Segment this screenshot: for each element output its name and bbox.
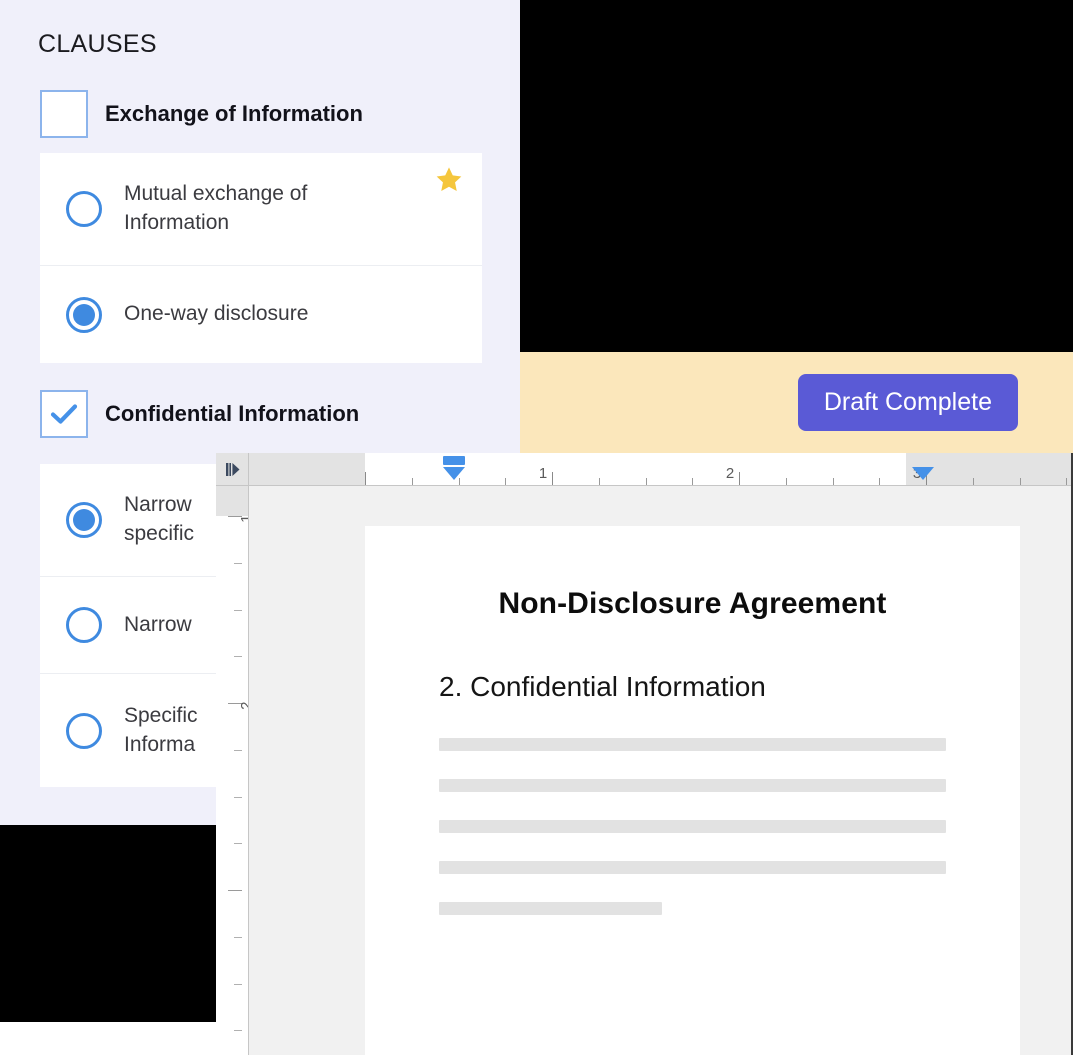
document-text-placeholder-line (439, 778, 946, 792)
ruler-number: 1 (238, 515, 249, 523)
occlusion-mask-bottom-left (0, 825, 216, 1022)
ruler-tick-minor (234, 936, 242, 938)
ruler-tick-major (228, 890, 242, 891)
clause-header-label: Exchange of Information (105, 100, 363, 126)
app-root: CLAUSES Exchange of Information Mutual e… (0, 0, 1073, 1055)
occlusion-mask-top-right (520, 0, 1073, 352)
ruler-tick-major (365, 472, 366, 485)
checkbox-unchecked-icon[interactable] (40, 90, 88, 138)
ruler-tick-minor (234, 1030, 242, 1032)
vertical-ruler-margin (216, 486, 248, 516)
clause-option-label: One-way disclosure (124, 302, 309, 326)
clause-header-label: Confidential Information (105, 400, 360, 426)
radio-unselected-icon[interactable] (66, 191, 102, 227)
clause-header-confidential-information[interactable]: Confidential Information (0, 388, 520, 440)
document-text-placeholder-line (439, 860, 946, 874)
ruler-tick-minor (411, 478, 413, 485)
checkbox-checked-icon[interactable] (40, 390, 88, 438)
clause-option-label: Mutual exchange of Information (124, 182, 308, 234)
page-title: CLAUSES (38, 30, 157, 58)
ruler-tick-minor (234, 749, 242, 751)
ruler-tick-minor (1066, 478, 1068, 485)
radio-selected-icon[interactable] (66, 502, 102, 538)
radio-unselected-icon[interactable] (66, 607, 102, 643)
document-window: 123 12 Non-Disclosure Agreement 2. Confi… (216, 453, 1073, 1055)
vertical-ruler[interactable]: 12 (216, 486, 249, 1055)
clause-group-exchange-of-information: Exchange of Information Mutual exchange … (0, 88, 520, 363)
clause-option-list-exchange: Mutual exchange of Information One-way d… (40, 153, 482, 363)
clause-option-one-way-disclosure[interactable]: One-way disclosure (40, 266, 482, 363)
document-text-placeholder-line (439, 901, 663, 915)
ruler-number: 1 (538, 465, 548, 482)
star-icon[interactable] (434, 165, 464, 199)
document-page[interactable]: Non-Disclosure Agreement 2. Confidential… (365, 526, 1020, 1055)
ruler-tick-minor (785, 478, 787, 485)
radio-selected-icon[interactable] (66, 296, 102, 333)
ruler-number: 2 (725, 465, 735, 482)
ruler-tick-minor (234, 843, 242, 845)
ruler-tick-minor (645, 478, 647, 485)
right-indent-marker[interactable] (912, 467, 934, 480)
ruler-tick-minor (505, 478, 507, 485)
ruler-number: 2 (238, 702, 249, 710)
first-line-indent-marker[interactable] (443, 456, 465, 465)
ruler-tick-minor (692, 478, 694, 485)
ruler-tick-minor (234, 609, 242, 611)
clause-header-exchange-of-information[interactable]: Exchange of Information (0, 88, 520, 140)
document-text-placeholder-line (439, 737, 946, 751)
ruler-tick-major (739, 472, 740, 485)
ruler-tick-minor (832, 478, 834, 485)
ruler-tick-minor (598, 478, 600, 485)
show-ruler-icon[interactable] (216, 453, 249, 486)
ruler-tick-minor (1019, 478, 1021, 485)
ruler-tick-minor (972, 478, 974, 485)
ruler-tick-minor (234, 983, 242, 985)
ruler-tick-minor (234, 562, 242, 564)
document-title: Non-Disclosure Agreement (498, 587, 887, 620)
document-text-placeholder-line (439, 819, 946, 833)
horizontal-ruler[interactable]: 123 (249, 453, 1071, 486)
clause-option-mutual-exchange[interactable]: Mutual exchange of Information (40, 153, 482, 266)
ruler-tick-minor (879, 478, 881, 485)
draft-complete-button[interactable]: Draft Complete (797, 373, 1018, 432)
radio-unselected-icon[interactable] (66, 712, 102, 749)
document-canvas[interactable]: Non-Disclosure Agreement 2. Confidential… (249, 486, 1071, 1055)
clause-group-confidential-information: Confidential Information Narrow specific… (0, 388, 520, 787)
document-body-placeholder (439, 737, 946, 915)
ruler-tick-minor (234, 656, 242, 658)
action-banner: Draft Complete (520, 352, 1073, 453)
left-indent-marker[interactable] (443, 467, 465, 480)
document-section-heading: 2. Confidential Information (439, 671, 766, 702)
ruler-tick-major (552, 472, 553, 485)
ruler-tick-minor (234, 796, 242, 798)
